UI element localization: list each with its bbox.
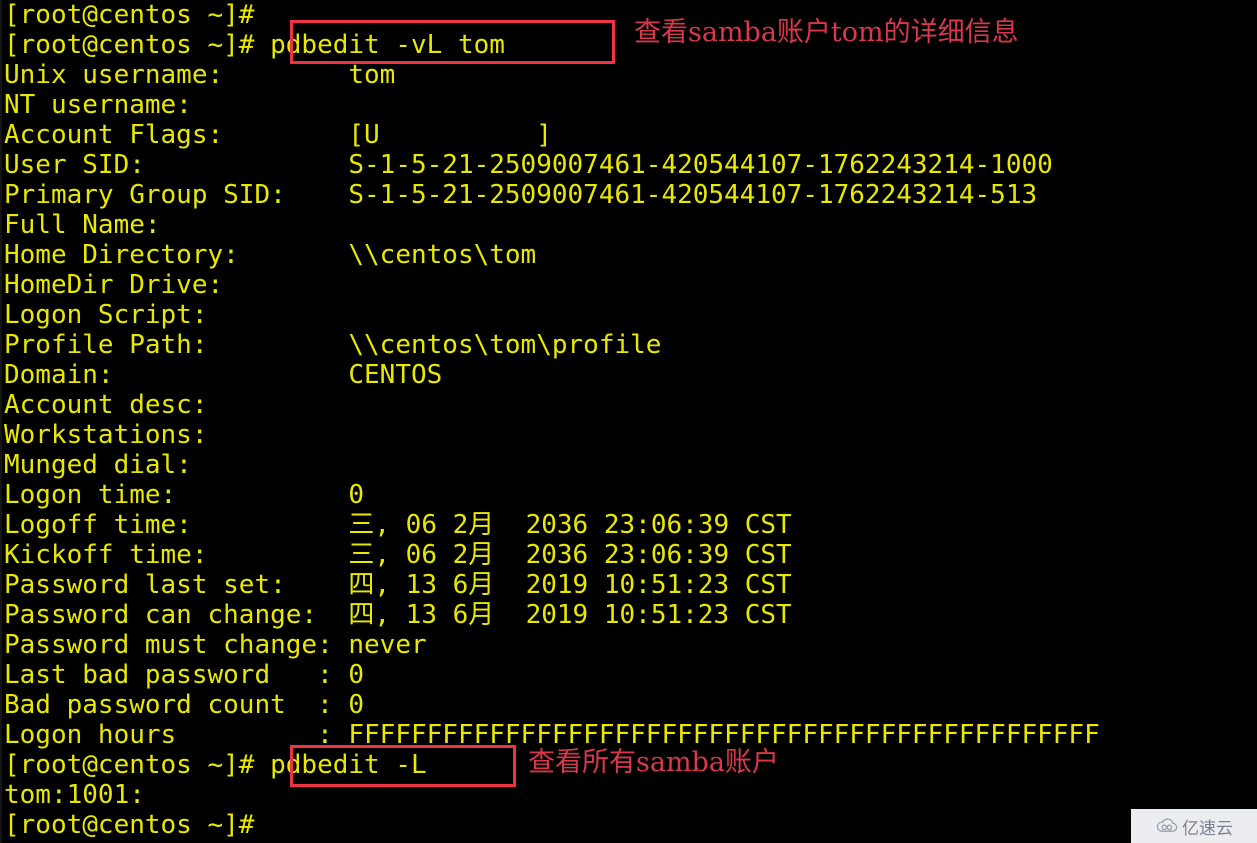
cloud-icon xyxy=(1155,818,1179,834)
terminal-line-password-must-change: Password must change: never xyxy=(4,630,427,660)
watermark: 亿速云 xyxy=(1131,809,1257,843)
terminal-line: [root@centos ~]# xyxy=(4,0,255,30)
terminal-line-workstations: Workstations: xyxy=(4,420,208,450)
terminal-line-command-1: [root@centos ~]# pdbedit -vL tom xyxy=(4,30,505,60)
terminal-line-bad-password-count: Bad password count : 0 xyxy=(4,690,365,720)
terminal-line-account-desc: Account desc: xyxy=(4,390,208,420)
terminal-line-command-2: [root@centos ~]# pdbedit -L xyxy=(4,750,427,780)
terminal-line-kickoff-time: Kickoff time: 三, 06 2月 2036 23:06:39 CST xyxy=(4,540,792,570)
terminal-line-homedir-drive: HomeDir Drive: xyxy=(4,270,224,300)
terminal-line-nt-username: NT username: xyxy=(4,90,192,120)
terminal-line-account-list: tom:1001: xyxy=(4,780,145,810)
terminal-line-full-name: Full Name: xyxy=(4,210,161,240)
terminal-line-account-flags: Account Flags: [U ] xyxy=(4,120,552,150)
terminal-line-last-bad-password: Last bad password : 0 xyxy=(4,660,365,690)
annotation-command-1: 查看samba账户tom的详细信息 xyxy=(634,17,1019,48)
terminal-line-domain: Domain: CENTOS xyxy=(4,360,443,390)
terminal-line-user-sid: User SID: S-1-5-21-2509007461-420544107-… xyxy=(4,150,1053,180)
terminal-line-password-can-change: Password can change: 四, 13 6月 2019 10:51… xyxy=(4,600,792,630)
terminal-line-munged-dial: Munged dial: xyxy=(4,450,192,480)
terminal-line-password-last-set: Password last set: 四, 13 6月 2019 10:51:2… xyxy=(4,570,792,600)
terminal-line-final-prompt: [root@centos ~]# xyxy=(4,810,255,840)
annotation-command-2: 查看所有samba账户 xyxy=(528,747,779,778)
watermark-text: 亿速云 xyxy=(1182,818,1233,839)
terminal-line-profile-path: Profile Path: \\centos\tom\profile xyxy=(4,330,662,360)
terminal-line-logon-time: Logon time: 0 xyxy=(4,480,365,510)
terminal-screenshot: [root@centos ~]# [root@centos ~]# pdbedi… xyxy=(0,0,1257,843)
terminal-line-logoff-time: Logoff time: 三, 06 2月 2036 23:06:39 CST xyxy=(4,510,792,540)
terminal-line-logon-script: Logon Script: xyxy=(4,300,208,330)
terminal-line-primary-group-sid: Primary Group SID: S-1-5-21-2509007461-4… xyxy=(4,180,1038,210)
terminal-output: [root@centos ~]# [root@centos ~]# pdbedi… xyxy=(0,0,1257,843)
terminal-line-logon-hours: Logon hours : FFFFFFFFFFFFFFFFFFFFFFFFFF… xyxy=(4,720,1100,750)
terminal-line-unix-username: Unix username: tom xyxy=(4,60,396,90)
terminal-line-home-directory: Home Directory: \\centos\tom xyxy=(4,240,537,270)
